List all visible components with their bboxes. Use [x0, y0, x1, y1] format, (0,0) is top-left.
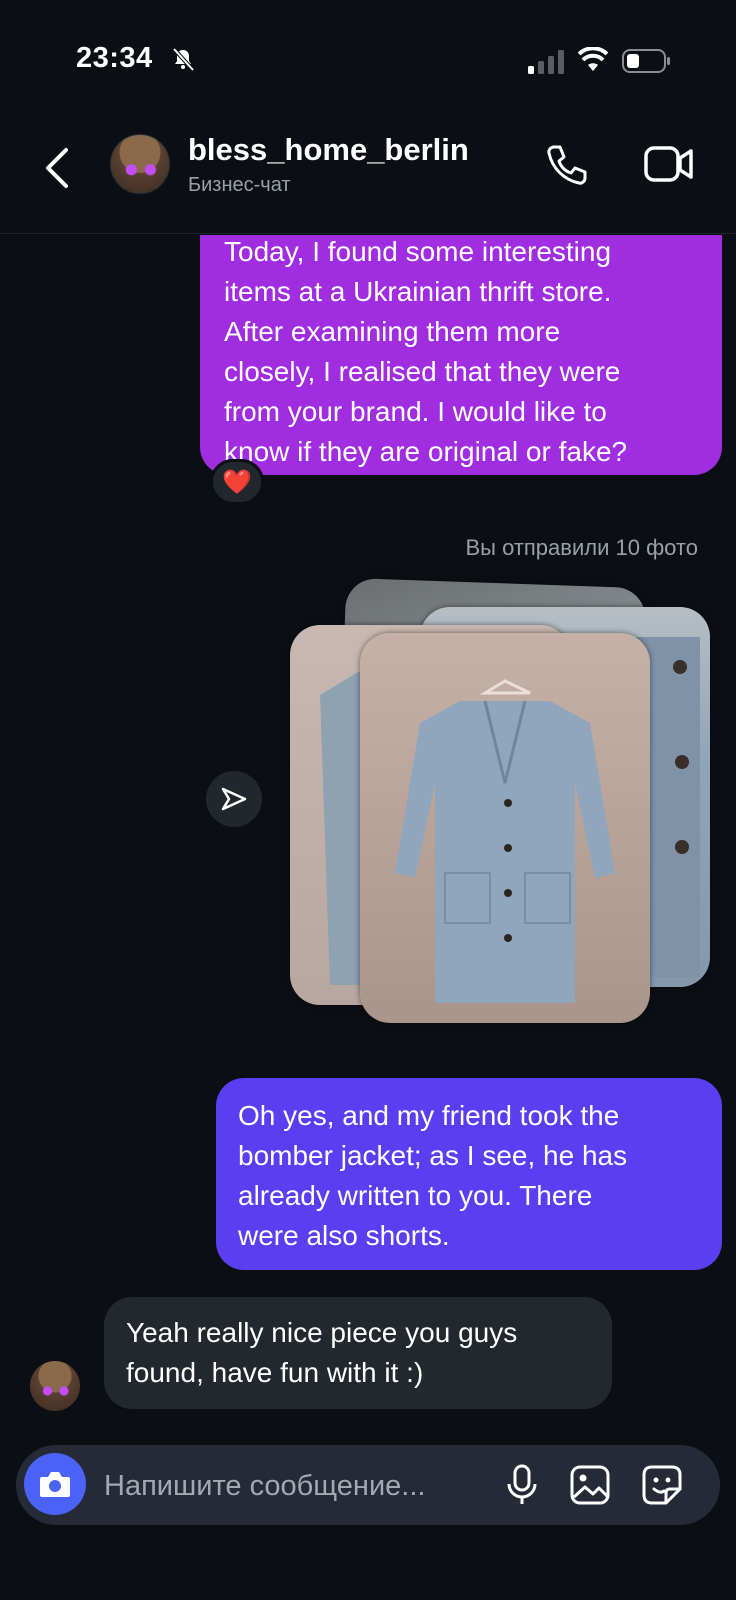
denim-coat-image	[395, 679, 615, 1003]
chat-header: bless_home_berlin Бизнес-чат	[0, 110, 736, 234]
photos-sent-label: Вы отправили 10 фото	[465, 535, 698, 560]
heart-icon: ❤️	[222, 468, 252, 496]
share-icon[interactable]	[206, 771, 262, 827]
muted-bell-icon	[172, 47, 195, 72]
heart-reaction[interactable]: ❤️	[210, 459, 264, 505]
message-composer	[16, 1445, 720, 1525]
gallery-icon[interactable]	[568, 1463, 612, 1507]
profile-avatar[interactable]	[110, 134, 170, 194]
back-arrow-icon[interactable]	[40, 142, 76, 194]
wifi-icon	[578, 47, 608, 71]
camera-button[interactable]	[24, 1453, 86, 1515]
status-time: 23:34	[76, 42, 153, 74]
message-list[interactable]: Today, I found some interesting items at…	[0, 235, 736, 1435]
send-arrow-icon	[221, 787, 247, 811]
status-bar: 23:34	[0, 0, 736, 110]
received-message-bubble[interactable]: Yeah really nice piece you guys found, h…	[104, 1297, 612, 1409]
sticker-icon[interactable]	[640, 1463, 684, 1507]
photo-thumbnail-front	[360, 633, 650, 1023]
signal-icon	[528, 50, 564, 74]
photo-stack[interactable]	[280, 577, 720, 1023]
battery-icon	[622, 49, 670, 73]
message-input[interactable]	[104, 1467, 484, 1505]
camera-icon	[40, 1472, 70, 1497]
chat-subtitle: Бизнес-чат	[188, 174, 291, 196]
video-call-icon[interactable]	[644, 144, 694, 184]
sender-avatar[interactable]	[30, 1361, 80, 1411]
microphone-icon[interactable]	[502, 1463, 542, 1507]
chat-username[interactable]: bless_home_berlin	[188, 132, 469, 168]
sent-message-bubble[interactable]: Today, I found some interesting items at…	[200, 235, 722, 475]
sent-message-bubble[interactable]: Oh yes, and my friend took the bomber ja…	[216, 1078, 722, 1270]
phone-icon[interactable]	[544, 142, 590, 188]
